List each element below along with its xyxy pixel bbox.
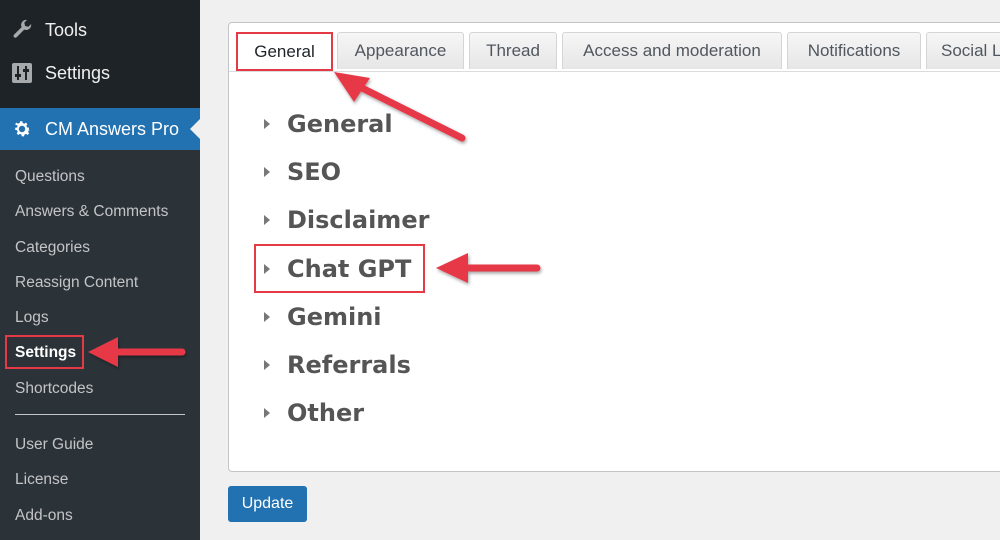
expand-triangle-icon bbox=[264, 264, 270, 274]
wrench-icon bbox=[10, 18, 34, 42]
section-referrals[interactable]: Referrals bbox=[264, 351, 411, 379]
expand-triangle-icon bbox=[264, 312, 270, 322]
admin-sidebar: Tools Settings CM Answers Pro Questions … bbox=[0, 0, 200, 540]
submenu-item-categories[interactable]: Categories bbox=[15, 239, 90, 257]
section-seo[interactable]: SEO bbox=[264, 158, 341, 186]
submenu-item-license[interactable]: License bbox=[15, 471, 68, 489]
section-label: General bbox=[287, 110, 393, 138]
active-menu-notch bbox=[190, 119, 200, 139]
tab-access-and-moderation[interactable]: Access and moderation bbox=[562, 32, 782, 69]
section-gemini[interactable]: Gemini bbox=[264, 303, 382, 331]
tab-thread[interactable]: Thread bbox=[469, 32, 557, 69]
submenu-item-answers-comments[interactable]: Answers & Comments bbox=[15, 203, 168, 221]
sliders-icon bbox=[10, 61, 34, 85]
settings-tab-bar: General Appearance Thread Access and mod… bbox=[229, 23, 1000, 72]
submenu-item-settings[interactable]: Settings bbox=[15, 344, 76, 362]
sidebar-item-settings[interactable]: Settings bbox=[0, 53, 200, 93]
submenu-divider bbox=[15, 414, 185, 415]
section-label: Gemini bbox=[287, 303, 382, 331]
update-button[interactable]: Update bbox=[228, 486, 307, 522]
expand-triangle-icon bbox=[264, 215, 270, 225]
tab-appearance[interactable]: Appearance bbox=[337, 32, 464, 69]
tab-social-login[interactable]: Social L bbox=[926, 32, 1000, 69]
settings-panel: General Appearance Thread Access and mod… bbox=[228, 22, 1000, 472]
gear-icon bbox=[10, 117, 34, 141]
expand-triangle-icon bbox=[264, 360, 270, 370]
expand-triangle-icon bbox=[264, 167, 270, 177]
section-chat-gpt[interactable]: Chat GPT bbox=[264, 255, 411, 283]
sidebar-item-tools[interactable]: Tools bbox=[0, 10, 200, 50]
sidebar-item-label: CM Answers Pro bbox=[45, 118, 180, 139]
submenu-item-shortcodes[interactable]: Shortcodes bbox=[15, 380, 93, 398]
sidebar-item-label: Tools bbox=[45, 19, 88, 40]
submenu-item-questions[interactable]: Questions bbox=[15, 168, 85, 186]
section-label: Disclaimer bbox=[287, 206, 430, 234]
section-label: Other bbox=[287, 399, 365, 427]
submenu-item-reassign-content[interactable]: Reassign Content bbox=[15, 274, 138, 292]
submenu-item-user-guide[interactable]: User Guide bbox=[15, 436, 93, 454]
sidebar-item-label: Settings bbox=[45, 62, 111, 83]
section-label: Chat GPT bbox=[287, 255, 412, 283]
tab-notifications[interactable]: Notifications bbox=[787, 32, 921, 69]
section-general[interactable]: General bbox=[264, 110, 393, 138]
plugin-submenu: Questions Answers & Comments Categories … bbox=[0, 150, 200, 540]
section-disclaimer[interactable]: Disclaimer bbox=[264, 206, 429, 234]
sidebar-item-cm-answers-pro[interactable]: CM Answers Pro bbox=[0, 108, 200, 150]
tab-general[interactable]: General bbox=[237, 32, 332, 71]
submenu-item-logs[interactable]: Logs bbox=[15, 309, 49, 327]
expand-triangle-icon bbox=[264, 119, 270, 129]
submenu-item-add-ons[interactable]: Add-ons bbox=[15, 507, 73, 525]
section-other[interactable]: Other bbox=[264, 399, 364, 427]
expand-triangle-icon bbox=[264, 408, 270, 418]
section-label: Referrals bbox=[287, 351, 411, 379]
section-label: SEO bbox=[287, 158, 342, 186]
